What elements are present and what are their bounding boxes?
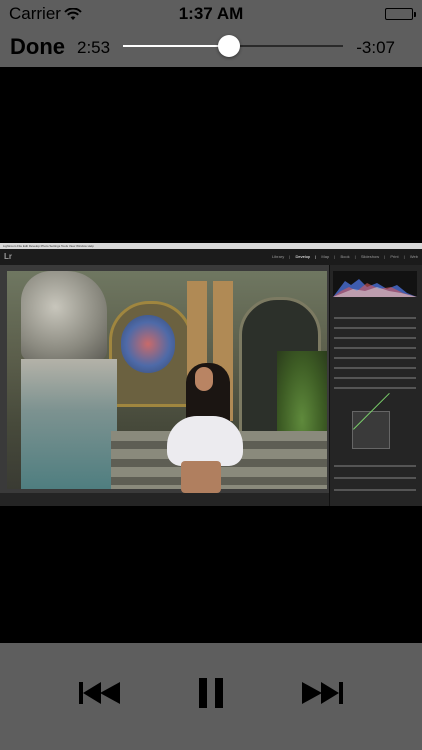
skip-back-icon[interactable] (70, 663, 130, 723)
elapsed-time: 2:53 (77, 38, 111, 57)
panel-slider (334, 465, 416, 467)
lr-module-map: Map | (321, 254, 341, 259)
skip-forward-icon[interactable] (292, 663, 352, 723)
panel-slider (334, 387, 416, 389)
playback-controls (0, 643, 422, 750)
photo-statue (21, 271, 107, 361)
lr-module-print: Print | (390, 254, 410, 259)
portrait-photo (7, 271, 327, 493)
lr-develop-panel (329, 265, 422, 506)
panel-slider (334, 327, 416, 329)
panel-slider (334, 489, 416, 491)
lr-module-book: Book | (340, 254, 361, 259)
lr-module-web: Web (409, 254, 418, 259)
photo-window (121, 315, 175, 373)
panel-slider (334, 477, 416, 479)
panel-slider (334, 337, 416, 339)
status-time: 1:37 AM (178, 4, 244, 23)
tone-curve (352, 411, 390, 449)
histogram (333, 271, 417, 297)
photo-subject-dress (167, 416, 243, 466)
lr-module-library: Library | (271, 254, 296, 259)
panel-slider (334, 377, 416, 379)
status-bar: Carrier 1:37 AM (0, 0, 422, 30)
panel-slider (334, 347, 416, 349)
scrubber-slider[interactable] (123, 35, 343, 57)
panel-slider (334, 357, 416, 359)
lr-photo-canvas (0, 265, 329, 501)
remaining-time: -3:07 (356, 38, 395, 57)
done-button[interactable]: Done (10, 34, 65, 60)
photo-subject-legs (181, 461, 221, 493)
lr-header: Lr Library | Develop | Map | Book | Slid… (0, 249, 422, 265)
battery-icon (385, 8, 416, 20)
photo-pedestal (21, 359, 117, 489)
pause-icon[interactable] (181, 663, 241, 723)
lr-module-picker: Library | Develop | Map | Book | Slidesh… (272, 254, 418, 259)
photo-subject-face (195, 367, 213, 391)
lr-module-develop: Develop | (295, 254, 322, 259)
scrubber-fill (123, 45, 229, 47)
panel-slider (334, 367, 416, 369)
lr-module-slideshow: Slideshow | (360, 254, 391, 259)
lr-logo: Lr (4, 252, 12, 261)
top-bar: Carrier 1:37 AM Done 2:53 -3:07 (0, 0, 422, 67)
video-frame[interactable]: Lightroom File Edit Develop Photo Settin… (0, 243, 422, 506)
panel-slider (334, 317, 416, 319)
lr-toolbar (0, 493, 329, 506)
scrubber-thumb[interactable] (217, 35, 240, 57)
